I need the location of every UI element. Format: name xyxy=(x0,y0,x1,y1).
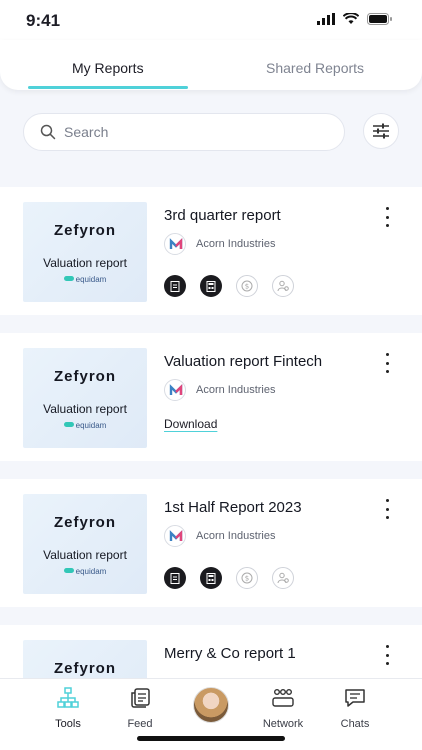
more-options-icon[interactable] xyxy=(380,207,394,227)
company-name: Acorn Industries xyxy=(196,530,276,542)
investor-icon[interactable] xyxy=(272,275,294,297)
report-title[interactable]: 1st Half Report 2023 xyxy=(164,499,302,516)
download-link[interactable]: Download xyxy=(164,417,217,431)
report-card[interactable]: Zefyron Valuation report equidam Valuati… xyxy=(0,333,422,461)
company-logo xyxy=(164,525,186,547)
calculator-icon[interactable] xyxy=(200,275,222,297)
report-card[interactable]: Zefyron Valuation report equidam 3rd qua… xyxy=(0,187,422,315)
thumbnail-brand: Zefyron xyxy=(53,222,116,239)
coin-icon[interactable]: $ xyxy=(236,567,258,589)
status-icons xyxy=(317,13,392,25)
report-tabs: My Reports Shared Reports xyxy=(0,40,422,90)
thumbnail-subtitle: Valuation report xyxy=(43,548,127,562)
thumbnail-footer: equidam xyxy=(23,567,147,576)
report-thumbnail[interactable]: Zefyron Valuation report equidam xyxy=(23,494,147,594)
tab-shared-reports[interactable]: Shared Reports xyxy=(266,60,364,76)
report-action-icons: $ xyxy=(164,275,294,297)
report-card[interactable]: Zefyron Valuation report equidam 1st Hal… xyxy=(0,479,422,607)
report-action-icons: $ xyxy=(164,567,294,589)
report-thumbnail[interactable]: Zefyron Valuation report equidam xyxy=(23,348,147,448)
thumbnail-subtitle: Valuation report xyxy=(43,402,127,416)
status-bar: 9:41 xyxy=(0,0,422,40)
nav-label: Feed xyxy=(127,718,153,730)
nav-chats[interactable]: Chats xyxy=(320,687,390,730)
more-options-icon[interactable] xyxy=(380,645,394,665)
thumbnail-brand: Zefyron xyxy=(53,514,116,531)
more-options-icon[interactable] xyxy=(380,353,394,373)
equidam-logo-icon xyxy=(63,568,74,573)
investor-icon[interactable] xyxy=(272,567,294,589)
signal-icon xyxy=(317,13,335,25)
search-icon xyxy=(40,124,56,140)
report-thumbnail[interactable]: Zefyron Valuation report equidam xyxy=(23,202,147,302)
chat-icon xyxy=(345,689,365,707)
feed-icon xyxy=(131,688,150,708)
nav-network[interactable]: Network xyxy=(248,687,318,730)
nav-label: Chats xyxy=(340,718,370,730)
company-logo xyxy=(164,233,186,255)
wifi-icon xyxy=(343,13,359,24)
equidam-logo-icon xyxy=(63,276,74,281)
svg-text:$: $ xyxy=(245,283,249,291)
report-title[interactable]: Merry & Co report 1 xyxy=(164,645,296,662)
sliders-icon xyxy=(373,123,389,139)
org-chart-icon xyxy=(57,687,79,708)
filter-button[interactable] xyxy=(363,113,399,149)
document-icon[interactable] xyxy=(164,567,186,589)
thumbnail-footer: equidam xyxy=(23,421,147,430)
search-input[interactable] xyxy=(64,114,324,150)
calculator-icon[interactable] xyxy=(200,567,222,589)
thumbnail-brand: Zefyron xyxy=(53,660,116,677)
document-icon[interactable] xyxy=(164,275,186,297)
nav-label: Tools xyxy=(55,718,81,730)
tab-my-reports[interactable]: My Reports xyxy=(72,60,144,76)
search-bar[interactable] xyxy=(23,113,345,151)
more-options-icon[interactable] xyxy=(380,499,394,519)
thumbnail-brand: Zefyron xyxy=(53,368,116,385)
equidam-logo-icon xyxy=(63,422,74,427)
report-title[interactable]: Valuation report Fintech xyxy=(164,353,322,370)
nav-tools[interactable]: Tools xyxy=(33,687,103,730)
company-name: Acorn Industries xyxy=(196,238,276,250)
svg-text:$: $ xyxy=(245,575,249,583)
nav-feed[interactable]: Feed xyxy=(105,687,175,730)
company-name: Acorn Industries xyxy=(196,384,276,396)
nav-label: Network xyxy=(262,718,304,730)
report-title[interactable]: 3rd quarter report xyxy=(164,207,281,224)
active-tab-indicator xyxy=(28,86,188,89)
home-indicator xyxy=(137,736,285,741)
company-logo xyxy=(164,379,186,401)
status-time: 9:41 xyxy=(26,11,61,30)
thumbnail-footer: equidam xyxy=(23,275,147,284)
coin-icon[interactable]: $ xyxy=(236,275,258,297)
avatar[interactable] xyxy=(193,687,229,723)
battery-icon xyxy=(367,13,392,25)
people-icon xyxy=(272,689,294,707)
thumbnail-subtitle: Valuation report xyxy=(43,256,127,270)
